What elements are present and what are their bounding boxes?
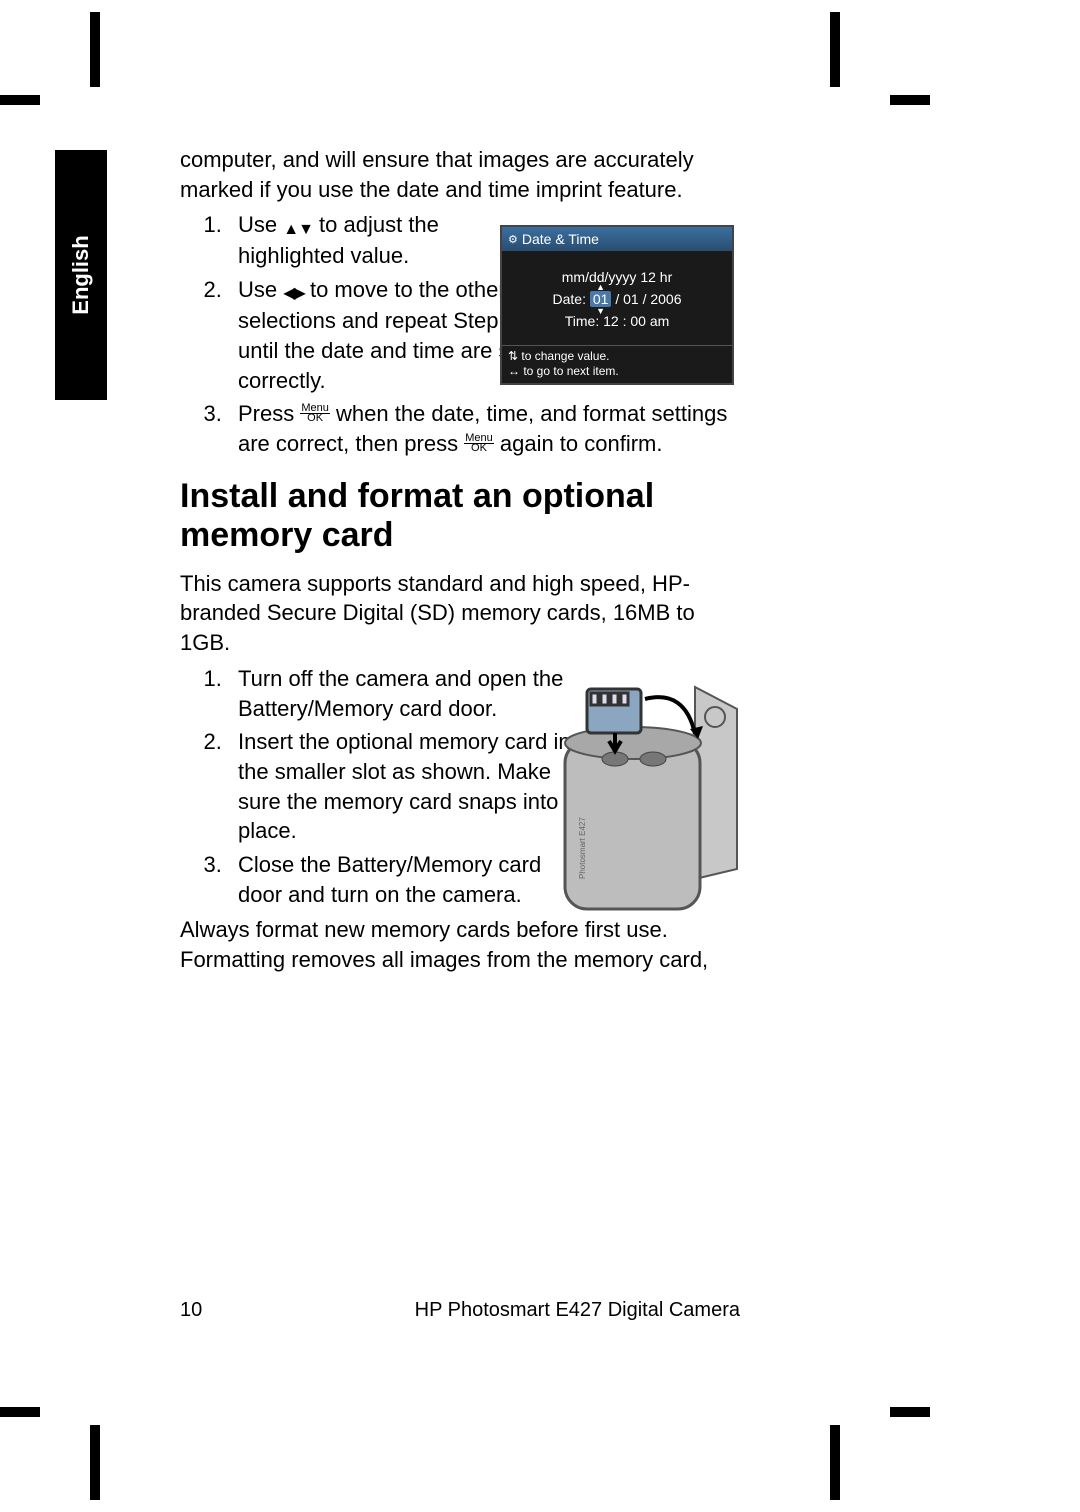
crop-mark [890,95,930,105]
screen-footer: ⇅ to change value. ↔ to go to next item. [502,345,732,383]
crop-mark [890,1407,930,1417]
crop-mark [0,1407,40,1417]
intro-continuation: computer, and will ensure that images ar… [180,145,740,204]
screen-title: Date & Time [522,231,599,247]
memcard-outro: Always format new memory cards before fi… [180,915,740,974]
tools-icon: ⚙ [508,233,518,246]
crop-mark [90,1425,100,1500]
language-tab: English [55,150,107,400]
step-2: Use to move to the other selections and … [228,275,543,395]
memcard-step-3: Close the Battery/Memory card door and t… [228,850,583,909]
screen-title-bar: ⚙ Date & Time [502,227,732,251]
page-number: 10 [180,1299,202,1322]
format-row: mm/dd/yyyy 12 hr [510,269,724,285]
page-footer: 10 HP Photosmart E427 Digital Camera [180,1299,740,1322]
step-3: Press MenuOK when the date, time, and fo… [228,399,740,458]
memcard-step-2: Insert the optional memory card in the s… [228,727,583,846]
memcard-step-1: Turn off the camera and open the Battery… [228,664,583,723]
crop-mark [830,12,840,87]
crop-mark [0,95,40,105]
screen-body: mm/dd/yyyy 12 hr Date: ▲01▼ / 01 / 2006 … [502,251,732,345]
memcard-intro: This camera supports standard and high s… [180,569,740,658]
menu-ok-button-icon: MenuOK [464,434,494,453]
step-1: Use to adjust the highlighted value. [228,210,543,271]
up-down-arrows-icon [283,212,313,242]
date-time-screen: ⚙ Date & Time mm/dd/yyyy 12 hr Date: ▲01… [500,225,734,385]
footer-title: HP Photosmart E427 Digital Camera [415,1299,740,1322]
menu-ok-button-icon: MenuOK [300,404,330,423]
camera-illustration: Photosmart E427 [545,679,740,919]
svg-text:Photosmart E427: Photosmart E427 [578,817,587,879]
section-heading: Install and format an optional memory ca… [180,477,740,555]
highlighted-value: ▲01▼ [590,291,612,307]
crop-mark [90,12,100,87]
leftright-hint-icon: ↔ [508,364,520,378]
time-row: Time: 12 : 00 am [510,313,724,329]
left-right-arrows-icon [283,276,304,306]
updown-hint-icon: ⇅ [508,349,518,363]
date-row: Date: ▲01▼ / 01 / 2006 [510,291,724,307]
language-label: English [68,235,94,314]
crop-mark [830,1425,840,1500]
